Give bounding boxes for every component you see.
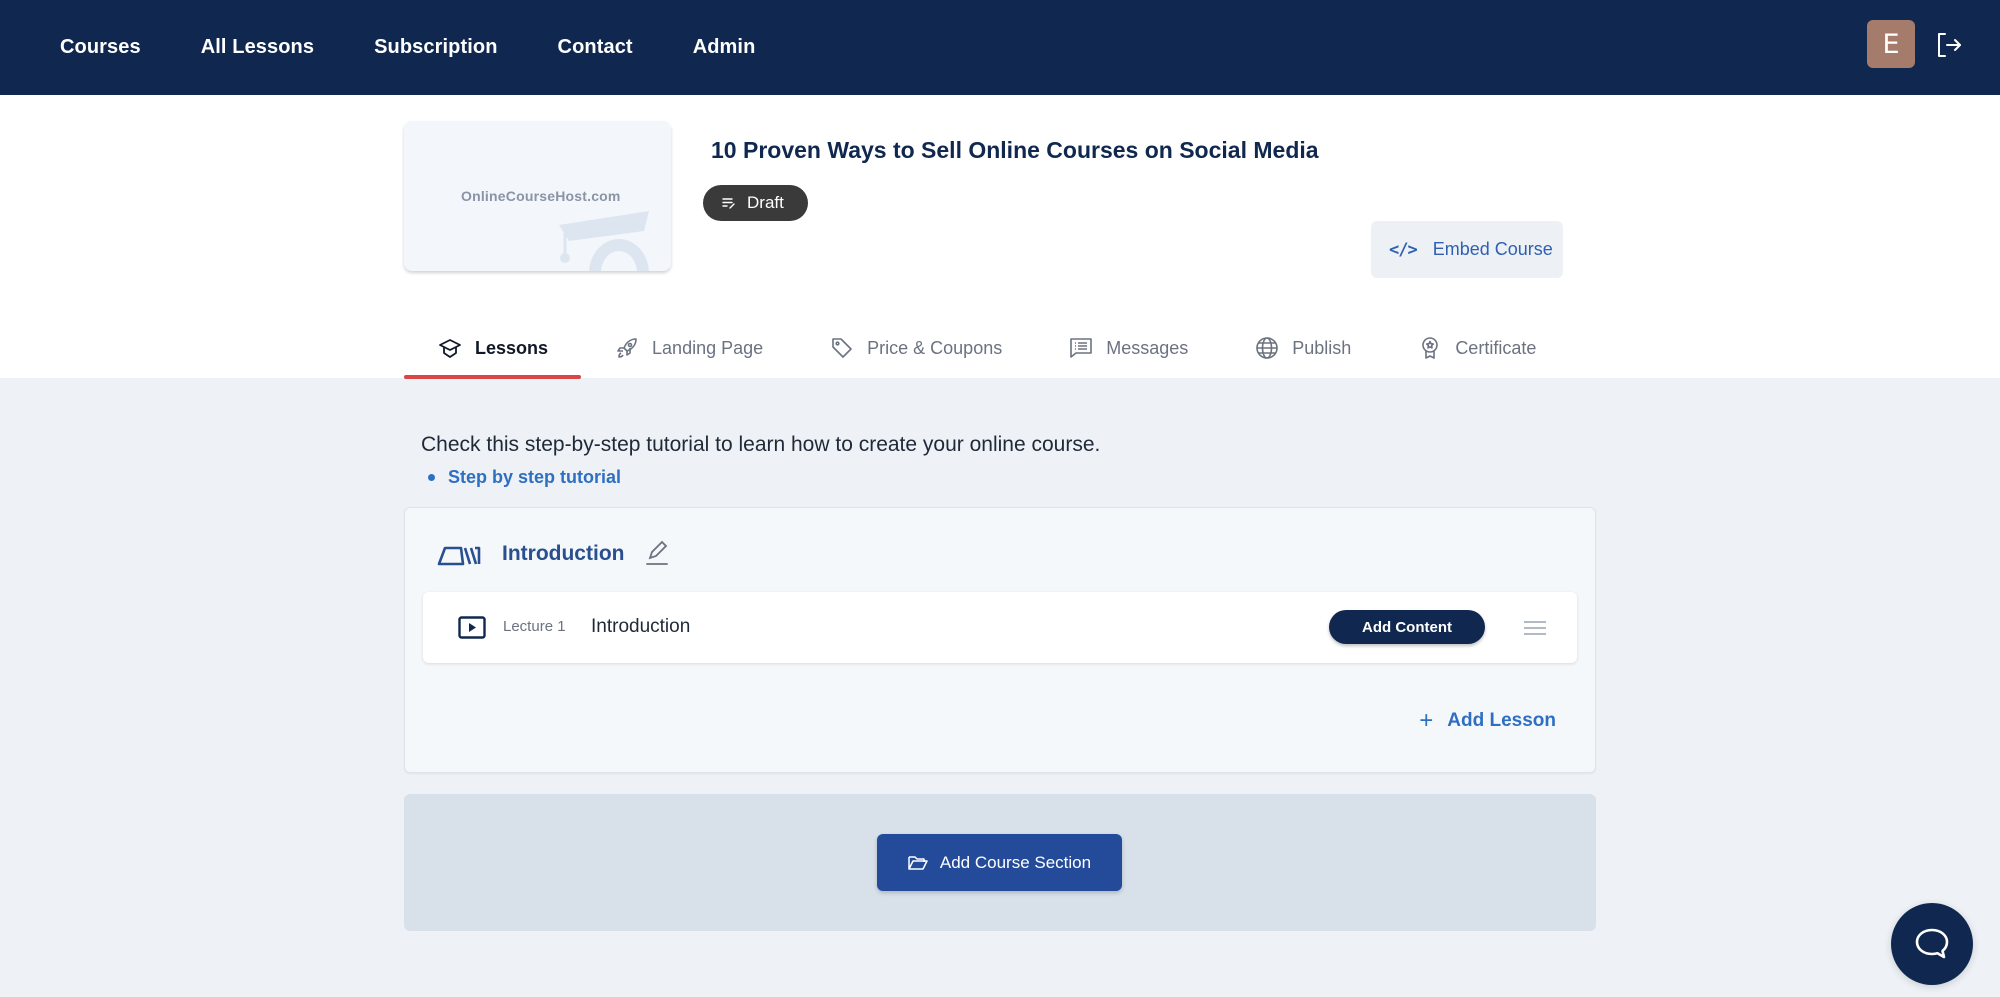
embed-course-button[interactable]: </> Embed Course [1371, 221, 1563, 278]
course-thumbnail[interactable]: OnlineCourseHost.com [404, 121, 671, 271]
user-avatar[interactable]: E [1867, 20, 1915, 68]
course-section: Introduction Lecture 1 Introduction Add … [404, 507, 1596, 773]
graduation-cap-watermark-icon [559, 211, 649, 271]
list-bullet [428, 474, 435, 481]
add-section-panel: Add Course Section [404, 794, 1596, 931]
tab-label: Certificate [1455, 337, 1537, 358]
status-badge[interactable]: Draft [703, 185, 808, 221]
status-label: Draft [747, 193, 784, 212]
tab-landing-page[interactable]: Landing Page [581, 318, 796, 378]
section-title: Introduction [502, 542, 625, 565]
award-icon [1422, 337, 1439, 359]
tab-label: Lessons [475, 337, 549, 358]
edit-pencil-icon[interactable] [645, 540, 669, 566]
tab-label: Messages [1106, 337, 1189, 358]
lecture-number: Lecture 1 [503, 618, 566, 635]
rocket-icon [617, 338, 637, 358]
tab-price-coupons[interactable]: Price & Coupons [796, 318, 1035, 378]
nav-link-all-lessons[interactable]: All Lessons [201, 36, 314, 59]
nav-link-subscription[interactable]: Subscription [374, 36, 497, 59]
nav-link-courses[interactable]: Courses [60, 36, 141, 59]
tab-label: Publish [1292, 337, 1352, 358]
course-title: 10 Proven Ways to Sell Online Courses on… [711, 137, 1319, 163]
nav-link-admin[interactable]: Admin [693, 36, 756, 59]
add-course-section-label: Add Course Section [939, 852, 1092, 872]
lecture-row[interactable]: Lecture 1 Introduction Add Content [423, 592, 1577, 663]
add-course-section-button[interactable]: Add Course Section [877, 834, 1122, 891]
add-lesson-button[interactable]: + Add Lesson [1419, 707, 1556, 734]
chat-support-button[interactable] [1891, 903, 1973, 985]
draft-list-edit-icon [722, 198, 735, 209]
nav-links: Courses All Lessons Subscription Contact… [0, 36, 815, 59]
message-icon [1070, 338, 1093, 358]
tab-label: Landing Page [652, 337, 764, 358]
chat-icon [1915, 928, 1949, 959]
tag-icon [832, 338, 852, 358]
code-icon: </> [1389, 239, 1418, 260]
add-lesson-label: Add Lesson [1447, 710, 1556, 731]
add-content-button[interactable]: Add Content [1329, 610, 1485, 644]
lecture-title[interactable]: Introduction [591, 616, 690, 638]
video-play-icon [458, 616, 486, 639]
embed-course-label: Embed Course [1432, 239, 1553, 259]
plus-icon: + [1419, 707, 1434, 734]
logout-icon[interactable] [1934, 30, 1964, 60]
top-navbar: Courses All Lessons Subscription Contact… [0, 0, 2000, 95]
graduation-cap-icon [439, 339, 461, 358]
thumbnail-logo-text: OnlineCourseHost.com [461, 188, 621, 204]
tab-publish[interactable]: Publish [1221, 318, 1384, 378]
folder-open-icon [908, 855, 928, 870]
tutorial-intro-text: Check this step-by-step tutorial to lear… [421, 433, 1101, 456]
globe-icon [1256, 337, 1279, 359]
drag-handle-icon[interactable] [1524, 620, 1546, 636]
tab-certificate[interactable]: Certificate [1384, 318, 1569, 378]
tab-messages[interactable]: Messages [1035, 318, 1221, 378]
tab-lessons[interactable]: Lessons [404, 318, 582, 379]
tab-label: Price & Coupons [867, 337, 1003, 358]
step-by-step-tutorial-link[interactable]: Step by step tutorial [448, 467, 621, 488]
course-tabs: Lessons Landing Page Price & Coupons Mes… [404, 318, 1569, 379]
nav-link-contact[interactable]: Contact [558, 36, 633, 59]
section-books-icon [437, 546, 481, 566]
